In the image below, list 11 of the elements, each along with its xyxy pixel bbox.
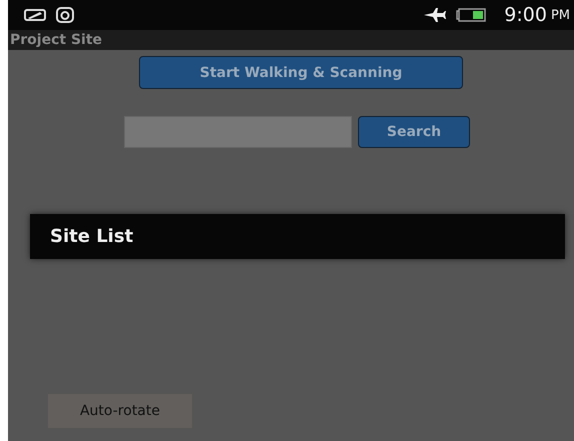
camera-icon [56, 7, 74, 23]
start-scanning-button[interactable]: Start Walking & Scanning [139, 56, 463, 89]
clock-time: 9:00 [504, 4, 547, 26]
site-list-header: Site List [30, 214, 565, 259]
airplane-icon [424, 8, 446, 22]
search-field[interactable] [124, 116, 352, 148]
search-button[interactable]: Search [358, 116, 470, 148]
toast-message: Auto-rotate [48, 394, 192, 428]
app-title: Project Site [10, 32, 102, 48]
clock-period: PM [550, 8, 570, 22]
battery-icon [456, 8, 486, 22]
